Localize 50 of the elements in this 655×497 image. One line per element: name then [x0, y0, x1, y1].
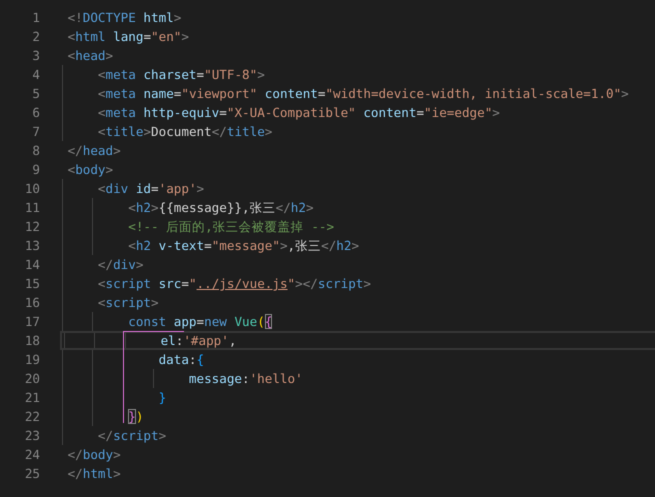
line-number: 18	[24, 332, 40, 350]
code-line[interactable]: <div id='app'>	[60, 179, 655, 198]
code-line[interactable]: <script src="../js/vue.js"></script>	[60, 274, 655, 293]
code-line[interactable]: })	[60, 407, 655, 426]
code-line[interactable]: </div>	[60, 255, 655, 274]
line-number: 11	[24, 199, 40, 217]
line-number: 14	[24, 256, 40, 274]
line-number: 23	[24, 427, 40, 445]
code-line[interactable]: </head>	[60, 141, 655, 160]
line-number: 5	[31, 85, 40, 103]
line-number: 2	[31, 28, 40, 46]
line-number: 21	[24, 389, 40, 407]
code-line[interactable]: <title>Document</title>	[60, 122, 655, 141]
code-line[interactable]: <h2>{{message}},张三</h2>	[60, 198, 655, 217]
code-line[interactable]: <meta name="viewport" content="width=device-width, initial-scale=1.0">	[60, 84, 655, 103]
code-line[interactable]: <body>	[60, 160, 655, 179]
code-line[interactable]: }	[60, 388, 655, 407]
code-line[interactable]: <h2 v-text="message">,张三</h2>	[60, 236, 655, 255]
code-line[interactable]: </html>	[60, 464, 655, 483]
code-line[interactable]: const app=new Vue({	[60, 312, 655, 331]
line-number: 8	[31, 142, 40, 160]
code-line[interactable]: </script>	[60, 426, 655, 445]
line-number: 25	[24, 465, 40, 483]
code-line[interactable]: <head>	[60, 46, 655, 65]
line-number: 4	[31, 66, 40, 84]
line-number: 1	[31, 9, 40, 27]
line-number: 24	[24, 446, 40, 464]
code-line[interactable]: <!DOCTYPE html>	[60, 8, 655, 27]
line-number: 20	[24, 370, 40, 388]
code-line[interactable]: <!-- 后面的,张三会被覆盖掉 -->	[60, 217, 655, 236]
line-number: 10	[24, 180, 40, 198]
line-number: 13	[24, 237, 40, 255]
code-line[interactable]: <script>	[60, 293, 655, 312]
line-number: 15	[24, 275, 40, 293]
code-line[interactable]: <meta http-equiv="X-UA-Compatible" content="ie=edge">	[60, 103, 655, 122]
line-number: 19	[24, 351, 40, 369]
code-line[interactable]: el:'#app',	[60, 331, 655, 350]
line-number: 3	[31, 47, 40, 65]
line-number: 6	[31, 104, 40, 122]
code-line[interactable]: <html lang="en">	[60, 27, 655, 46]
code-line[interactable]: <meta charset="UTF-8">	[60, 65, 655, 84]
line-number: 7	[31, 123, 40, 141]
code-line[interactable]: </body>	[60, 445, 655, 464]
code-line[interactable]: message:'hello'	[60, 369, 655, 388]
line-number: 9	[31, 161, 40, 179]
line-number: 17	[24, 313, 40, 331]
code-line[interactable]: data:{	[60, 350, 655, 369]
line-number: 22	[24, 408, 40, 426]
line-number: 12	[24, 218, 40, 236]
line-number: 16	[24, 294, 40, 312]
